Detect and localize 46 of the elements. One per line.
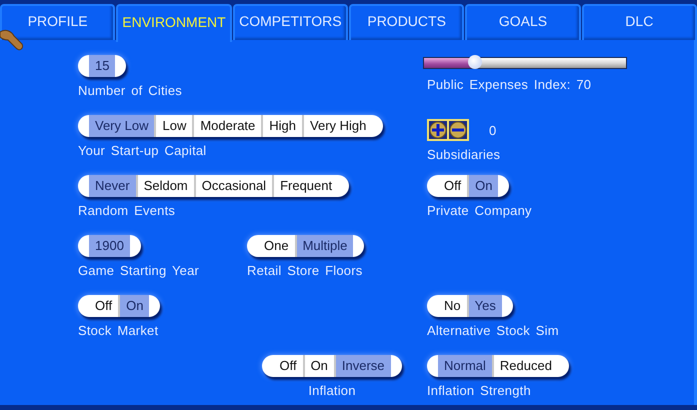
option-segment[interactable]: Low [154,115,192,137]
option-segment[interactable]: Very High [302,115,372,137]
option-segment[interactable]: One [258,235,295,257]
count-value: 0 [489,122,496,138]
option-segment[interactable]: Normal [438,355,492,377]
option-segment[interactable]: Off [89,295,118,317]
setting-label: Inflation Strength [427,383,531,398]
option-segment[interactable]: Yes [466,295,502,317]
slider-track[interactable] [423,57,627,69]
tab[interactable]: PROFILE [0,4,116,40]
plus-icon[interactable] [428,120,448,140]
tab[interactable]: DLC [582,4,697,40]
option-segment[interactable]: 15 [89,55,116,77]
option-segment[interactable]: High [261,115,302,137]
setting-label: Random Events [78,203,176,218]
setting-label: Subsidiaries [427,147,500,162]
option-segment[interactable]: Reduced [492,355,558,377]
option-segment[interactable]: Seldom [136,175,194,197]
slider-thumb[interactable] [468,55,482,69]
setting-label: Game Starting Year [78,263,200,278]
setting-label: Private Company [427,203,532,218]
setting-label: Public Expenses Index: 70 [427,77,592,92]
option-segment[interactable]: On [467,175,498,197]
setting-label: Retail Store Floors [247,263,362,278]
tab[interactable]: PRODUCTS [348,4,464,40]
option-segment[interactable]: Inverse [334,355,391,377]
minus-icon[interactable] [448,120,468,140]
option-segment[interactable]: Multiple [294,235,354,257]
option-segment[interactable]: Moderate [192,115,262,137]
setting-label: Alternative Stock Sim [427,323,559,338]
option-segment[interactable]: Never [89,175,136,197]
option-segment[interactable]: 1900 [89,235,130,257]
option-segment[interactable]: Off [273,355,303,377]
option-segment[interactable]: No [438,295,467,317]
option-segment[interactable]: Occasional [194,175,272,197]
setting-label: Your Start-up Capital [78,143,206,158]
option-segment[interactable]: Very Low [89,115,154,137]
tab[interactable]: COMPETITORS [232,4,348,40]
option-segment[interactable]: Off [438,175,468,197]
tab[interactable]: GOALS [465,4,581,40]
tab[interactable]: ENVIRONMENT [116,4,232,42]
option-segment[interactable]: On [118,295,150,317]
setting-label: Inflation [308,383,356,398]
setting-label: Stock Market [78,323,158,338]
setting-label: Number of Cities [78,83,182,98]
option-segment[interactable]: Frequent [272,175,338,197]
